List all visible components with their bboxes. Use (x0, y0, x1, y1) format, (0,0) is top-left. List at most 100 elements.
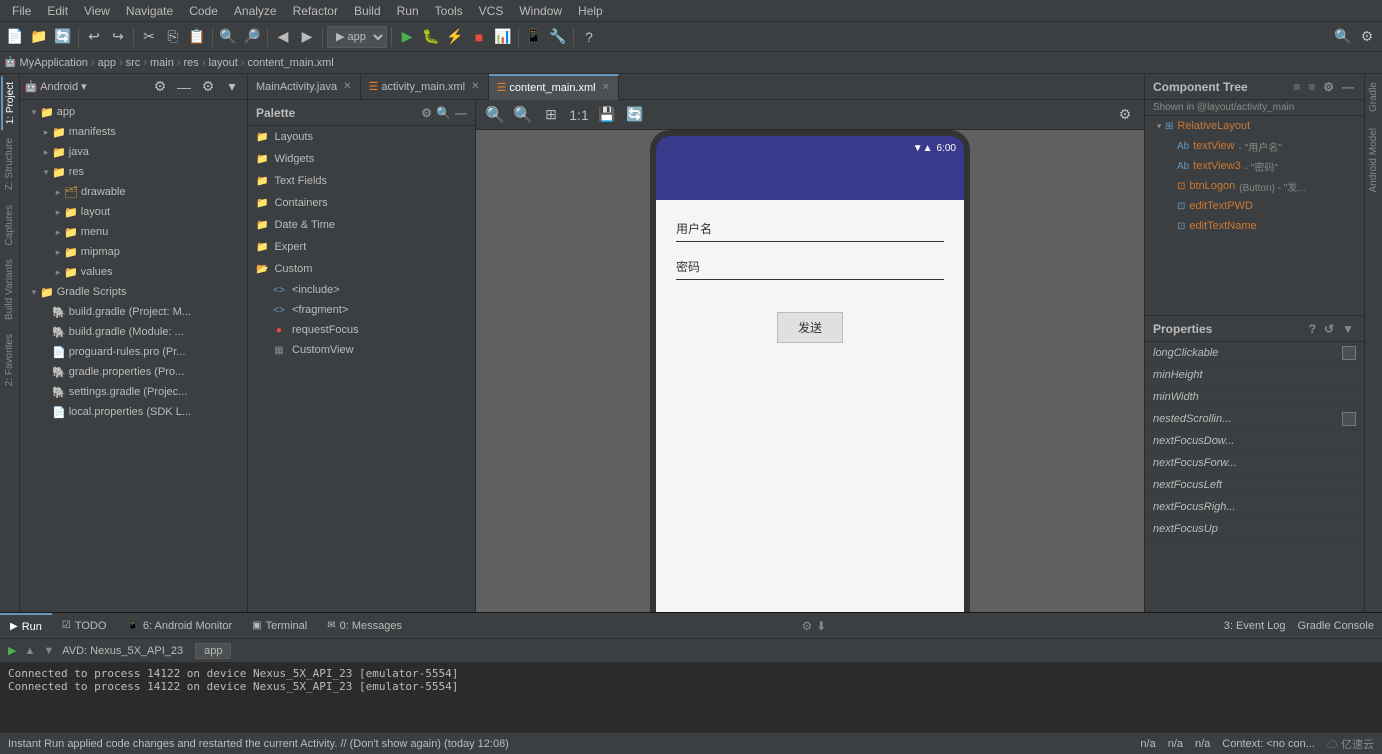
build-variants-panel-icon[interactable]: Build Variants (2, 253, 17, 326)
tree-java[interactable]: ▸ 📁 java (20, 142, 247, 162)
palette-include[interactable]: <> <include> (248, 280, 475, 300)
palette-datetime[interactable]: 📁 Date & Time (248, 214, 475, 236)
menu-build[interactable]: Build (346, 2, 389, 20)
favorites-panel-icon[interactable]: 2: Favorites (2, 328, 17, 392)
new-btn[interactable]: 📄 (4, 26, 26, 48)
palette-fragment[interactable]: <> <fragment> (248, 300, 475, 320)
tree-local-properties[interactable]: ▸ 📄 local.properties (SDK L... (20, 402, 247, 422)
stop-btn[interactable]: ■ (468, 26, 490, 48)
align-left-btn[interactable]: ≡ (1291, 80, 1302, 94)
avd-btn[interactable]: 📱 (523, 26, 545, 48)
help-btn[interactable]: ? (578, 26, 600, 48)
project-settings[interactable]: ⚙ (197, 76, 219, 98)
menu-window[interactable]: Window (511, 2, 570, 20)
find-btn[interactable]: 🔍 (217, 26, 239, 48)
tree-proguard[interactable]: ▸ 📄 proguard-rules.pro (Pr... (20, 342, 247, 362)
menu-view[interactable]: View (76, 2, 118, 20)
palette-expert[interactable]: 📁 Expert (248, 236, 475, 258)
settings-btn[interactable]: ⚙ (1356, 26, 1378, 48)
breadcrumb-module[interactable]: app (98, 57, 116, 69)
copy-btn[interactable]: ⎘ (162, 26, 184, 48)
tree-menu[interactable]: ▸ 📁 menu (20, 222, 247, 242)
palette-layouts[interactable]: 📁 Layouts (248, 126, 475, 148)
menu-run[interactable]: Run (389, 2, 427, 20)
forward-btn[interactable]: ▶ (296, 26, 318, 48)
menu-vcs[interactable]: VCS (471, 2, 512, 20)
breadcrumb-file[interactable]: content_main.xml (247, 57, 333, 69)
cut-btn[interactable]: ✂ (138, 26, 160, 48)
project-collapse[interactable]: — (173, 76, 195, 98)
prop-reset-btn[interactable]: ↺ (1322, 322, 1336, 336)
tree-gradle-scripts[interactable]: ▾ 📁 Gradle Scripts (20, 282, 247, 302)
captures-panel-icon[interactable]: Captures (2, 199, 17, 252)
menu-help[interactable]: Help (570, 2, 611, 20)
breadcrumb-app[interactable]: 🤖 MyApplication (4, 57, 88, 69)
fit-btn[interactable]: ⊞ (540, 104, 562, 126)
app-label-btn[interactable]: app (195, 643, 231, 659)
tree-gradle-properties[interactable]: ▸ 🐘 gradle.properties (Pro... (20, 362, 247, 382)
paste-btn[interactable]: 📋 (186, 26, 208, 48)
undo-btn[interactable]: ↩ (83, 26, 105, 48)
palette-custom[interactable]: 📂 Custom (248, 258, 475, 280)
menu-navigate[interactable]: Navigate (118, 2, 181, 20)
comp-edittextname[interactable]: ▸ ⊡ editTextName (1145, 216, 1364, 236)
breadcrumb-res[interactable]: res (184, 57, 199, 69)
palette-containers[interactable]: 📁 Containers (248, 192, 475, 214)
structure-panel-icon[interactable]: Z: Structure (2, 132, 17, 196)
prop-help-btn[interactable]: ? (1307, 322, 1318, 336)
menu-file[interactable]: File (4, 2, 39, 20)
bottom-tab-terminal[interactable]: ▣ Terminal (242, 613, 317, 639)
tree-drawable[interactable]: ▸ 🗂 drawable (20, 182, 247, 202)
coverage-btn[interactable]: 📊 (492, 26, 514, 48)
debug-btn[interactable]: 🐛 (420, 26, 442, 48)
run-down-btn[interactable]: ▼ (43, 645, 54, 657)
palette-customview[interactable]: ▦ CustomView (248, 340, 475, 360)
design-settings-btn[interactable]: ⚙ (1114, 104, 1136, 126)
tab-close[interactable]: ✕ (471, 81, 479, 92)
menu-code[interactable]: Code (181, 2, 226, 20)
tree-build-gradle-module[interactable]: ▸ 🐘 build.gradle (Module: ... (20, 322, 247, 342)
prop-filter-btn[interactable]: ▼ (1340, 322, 1356, 336)
redo-btn[interactable]: ↪ (107, 26, 129, 48)
breadcrumb-src[interactable]: src (126, 57, 141, 69)
instant-run-btn[interactable]: ⚡ (444, 26, 466, 48)
breadcrumb-main[interactable]: main (150, 57, 174, 69)
align-right-btn[interactable]: ≡ (1306, 80, 1317, 94)
palette-widgets[interactable]: 📁 Widgets (248, 148, 475, 170)
tree-settings-gradle[interactable]: ▸ 🐘 settings.gradle (Projec... (20, 382, 247, 402)
project-sync[interactable]: ⚙ (149, 76, 171, 98)
save-btn[interactable]: 💾 (596, 104, 618, 126)
palette-requestfocus[interactable]: ● requestFocus (248, 320, 475, 340)
zoom-in-btn[interactable]: 🔍 (512, 104, 534, 126)
project-panel-icon[interactable]: 1: Project (1, 76, 18, 130)
search-everywhere-btn[interactable]: 🔍 (1332, 26, 1354, 48)
comp-edittextpwd[interactable]: ▸ ⊡ editTextPWD (1145, 196, 1364, 216)
run-btn[interactable]: ▶ (396, 26, 418, 48)
comp-textview[interactable]: ▸ Ab textView - "用户名" (1145, 136, 1364, 156)
sync-btn[interactable]: 🔄 (52, 26, 74, 48)
bottom-tab-run[interactable]: ▶ Run (0, 613, 52, 639)
gradle-console-tab[interactable]: Gradle Console (1298, 620, 1374, 632)
android-model-icon[interactable]: Android Model (1368, 120, 1379, 200)
comp-btnlogon[interactable]: ▸ ⊡ btnLogon (Button) - "发... (1145, 176, 1364, 196)
nestedscrolling-checkbox[interactable] (1342, 412, 1356, 426)
actual-size-btn[interactable]: 1:1 (568, 104, 590, 126)
menu-analyze[interactable]: Analyze (226, 2, 285, 20)
tree-values[interactable]: ▸ 📁 values (20, 262, 247, 282)
project-gear[interactable]: ▾ (221, 76, 243, 98)
tree-mipmap[interactable]: ▸ 📁 mipmap (20, 242, 247, 262)
tree-layout[interactable]: ▸ 📁 layout (20, 202, 247, 222)
menu-refactor[interactable]: Refactor (285, 2, 346, 20)
tree-build-gradle-project[interactable]: ▸ 🐘 build.gradle (Project: M... (20, 302, 247, 322)
bottom-close-btn[interactable]: ⬇ (816, 619, 826, 633)
menu-edit[interactable]: Edit (39, 2, 76, 20)
tree-app[interactable]: ▾ 📁 app (20, 102, 247, 122)
gradle-panel-icon[interactable]: Gradle (1368, 74, 1379, 120)
longclickable-checkbox[interactable] (1342, 346, 1356, 360)
bottom-settings-btn[interactable]: ⚙ (801, 619, 812, 633)
run-config-combo[interactable]: ▶ app (327, 26, 387, 48)
tree-manifests[interactable]: ▸ 📁 manifests (20, 122, 247, 142)
zoom-out-btn[interactable]: 🔍 (484, 104, 506, 126)
back-btn[interactable]: ◀ (272, 26, 294, 48)
sdk-btn[interactable]: 🔧 (547, 26, 569, 48)
